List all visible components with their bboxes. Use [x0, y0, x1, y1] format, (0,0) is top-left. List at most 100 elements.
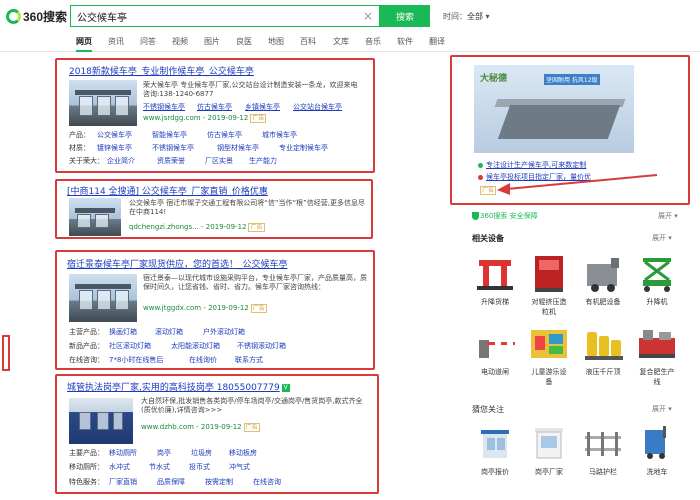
result-thumbnail[interactable] — [69, 274, 137, 322]
result-sublink[interactable]: 不锈钢候车亭 — [143, 102, 185, 112]
related-item-image — [527, 250, 571, 294]
guess-title: 猜您关注 — [472, 405, 504, 414]
related-item[interactable]: 儿童游乐设备 — [524, 320, 574, 387]
result-row-link[interactable]: 镀锌候车亭 — [97, 143, 132, 153]
result-row-link[interactable]: 生产能力 — [249, 156, 277, 166]
search-result-ad-1: 2018新款候车亭_专业制作候车亭_公交候车亭 荣大候车亭 专业候车亭厂家,公交… — [55, 58, 375, 173]
tab-map[interactable]: 地图 — [268, 36, 284, 52]
result-title[interactable]: 2018新款候车亭_专业制作候车亭_公交候车亭 — [69, 64, 254, 77]
result-row-link[interactable]: 水冲式 — [109, 462, 130, 472]
arrow-icon — [497, 174, 658, 195]
tab-baike[interactable]: 百科 — [300, 36, 316, 52]
tab-wenku[interactable]: 文库 — [333, 36, 349, 52]
tab-news[interactable]: 资讯 — [108, 36, 124, 52]
search-result-ad-4: 城管执法岗亭厂家,实用的高科技岗亭 18055007779 V 大自然环保,批发销… — [55, 374, 379, 494]
tab-qa[interactable]: 问答 — [140, 36, 156, 52]
search-input[interactable]: 公交候车亭 × — [70, 5, 380, 27]
result-url[interactable]: qdchengzi.zhongs... - 2019-09-12 广告 — [129, 223, 265, 232]
result-row-link[interactable]: 企业简介 — [107, 156, 135, 166]
search-result-ad-3: 宿迁景泰候车亭厂家现货供应，您的首选！_公交候车亭 宿迁景泰—以现代城市设施采购… — [55, 250, 375, 370]
related-item-label: 升降货梯 — [481, 298, 509, 306]
result-row-link[interactable]: 社区滚动灯箱 — [109, 341, 151, 351]
guess-item[interactable]: 岗亭报价 — [470, 420, 520, 477]
related-item[interactable]: 有机肥设备 — [578, 250, 628, 307]
tab-music[interactable]: 音乐 — [365, 36, 381, 52]
result-title[interactable]: 城管执法岗亭厂家,实用的高科技岗亭 18055007779 — [67, 383, 280, 393]
result-thumbnail[interactable] — [69, 198, 121, 236]
result-row-link[interactable]: 7*8小时在线售后 — [109, 355, 163, 365]
result-row-link[interactable]: 厂区实景 — [205, 156, 233, 166]
result-description: 宿迁景泰—以现代城市设施采购平台，专业候车亭厂家，产品质量高，质保时间久，让您省… — [143, 274, 367, 291]
result-thumbnail[interactable] — [69, 398, 133, 444]
result-row-link[interactable]: 在线咨询 — [253, 477, 281, 487]
result-url[interactable]: www.jtggdx.com - 2019-09-12 广告 — [143, 304, 267, 313]
result-row-link[interactable]: 在线询价 — [189, 355, 217, 365]
related-item[interactable]: 对辊挤压造 粒机 — [524, 250, 574, 317]
result-row-link[interactable]: 按需定制 — [205, 477, 233, 487]
guess-item[interactable]: 岗亭厂家 — [524, 420, 574, 477]
result-row-link[interactable]: 投币式 — [189, 462, 210, 472]
expand-button[interactable]: 展开 ▾ — [658, 211, 678, 221]
result-sublink[interactable]: 乡镇候车亭 — [245, 102, 280, 112]
result-row-link[interactable]: 岗亭 — [157, 448, 171, 458]
tab-software[interactable]: 软件 — [397, 36, 413, 52]
related-item[interactable]: 复合肥生产线 — [632, 320, 682, 387]
related-item[interactable]: 升降货梯 — [470, 250, 520, 307]
result-row-label: 产品： — [69, 131, 90, 139]
logo-text: 360搜索 — [23, 9, 68, 24]
result-row-link[interactable]: 冲气式 — [229, 462, 250, 472]
result-row-link[interactable]: 不锈钢滚动灯箱 — [237, 341, 286, 351]
related-item-image — [527, 320, 571, 364]
result-row-link[interactable]: 移动厕所 — [109, 448, 137, 458]
result-row-link[interactable]: 品质保障 — [157, 477, 185, 487]
result-sublink[interactable]: 公交站台候车亭 — [293, 102, 342, 112]
logo-360[interactable]: 360搜索 — [6, 8, 67, 24]
related-expand-button[interactable]: 展开 ▾ — [652, 233, 672, 243]
result-row-link[interactable]: 移动板房 — [229, 448, 257, 458]
related-item[interactable]: 电动道闸 — [470, 320, 520, 377]
result-row-link[interactable]: 垃圾房 — [191, 448, 212, 458]
result-title[interactable]: 宿迁景泰候车亭厂家现货供应，您的首选！_公交候车亭 — [67, 257, 288, 270]
result-thumbnail[interactable] — [69, 80, 137, 126]
tab-translate[interactable]: 翻译 — [429, 36, 445, 52]
related-item[interactable]: 液压千斤顶 — [578, 320, 628, 377]
guess-item[interactable]: 马路护栏 — [578, 420, 628, 477]
result-row-link[interactable]: 节水式 — [149, 462, 170, 472]
related-item-image — [473, 320, 517, 364]
safe-guard[interactable]: 360搜索 安全保障 — [472, 211, 538, 221]
result-row-link[interactable]: 厂家直销 — [109, 477, 137, 487]
guess-expand-button[interactable]: 展开 ▾ — [652, 404, 672, 414]
result-row-link[interactable]: 滚动灯箱 — [155, 327, 183, 337]
result-row-link[interactable]: 城市候车亭 — [262, 130, 297, 140]
result-sublink[interactable]: 仿古候车亭 — [197, 102, 232, 112]
tab-doctor[interactable]: 良医 — [236, 36, 252, 52]
search-query: 公交候车亭 — [77, 12, 127, 24]
result-url[interactable]: www.dzhb.com - 2019-09-12 广告 — [141, 423, 260, 432]
related-item-label: 升降机 — [646, 298, 668, 306]
result-row-label: 新品产品： — [69, 342, 104, 350]
result-row-link[interactable]: 公交候车亭 — [97, 130, 132, 140]
result-row-link[interactable]: 太阳能滚动灯箱 — [171, 341, 220, 351]
search-tabs: 网页 资讯 问答 视频 图片 良医 地图 百科 文库 音乐 软件 翻译 — [0, 36, 700, 52]
guess-item-image — [527, 420, 571, 464]
related-item[interactable]: 升降机 — [632, 250, 682, 307]
tab-web[interactable]: 网页 — [76, 36, 92, 52]
result-row-link[interactable]: 智能候车亭 — [152, 130, 187, 140]
result-row-link[interactable]: 钢型材候车亭 — [217, 143, 259, 153]
result-row-link[interactable]: 换画灯箱 — [109, 327, 137, 337]
result-row-link[interactable]: 资质荣誉 — [157, 156, 185, 166]
result-row-link[interactable]: 户外滚动灯箱 — [203, 327, 245, 337]
result-row-link[interactable]: 专业定制候车亭 — [279, 143, 328, 153]
result-row-link[interactable]: 仿古候车亭 — [207, 130, 242, 140]
result-row-link[interactable]: 不锈钢候车亭 — [152, 143, 194, 153]
time-filter[interactable]: 时间：全部 ▾ — [443, 11, 490, 22]
tab-video[interactable]: 视频 — [172, 36, 188, 52]
result-title[interactable]: [中商114 全搜通] 公交候车亭_厂家直销_价格优惠 — [67, 184, 268, 197]
result-description: 荣大候车亭 专业候车亭厂家,公交站台设计制造安装一条龙，欢迎来电咨询:138-1… — [143, 81, 358, 98]
result-row-link[interactable]: 联系方式 — [235, 355, 263, 365]
guess-item[interactable]: 洗地车 — [632, 420, 682, 477]
result-url[interactable]: www.jsrdgg.com - 2019-09-12 广告 — [143, 114, 267, 123]
tab-images[interactable]: 图片 — [204, 36, 220, 52]
clear-icon[interactable]: × — [363, 9, 373, 23]
search-button[interactable]: 搜索 — [380, 5, 430, 27]
